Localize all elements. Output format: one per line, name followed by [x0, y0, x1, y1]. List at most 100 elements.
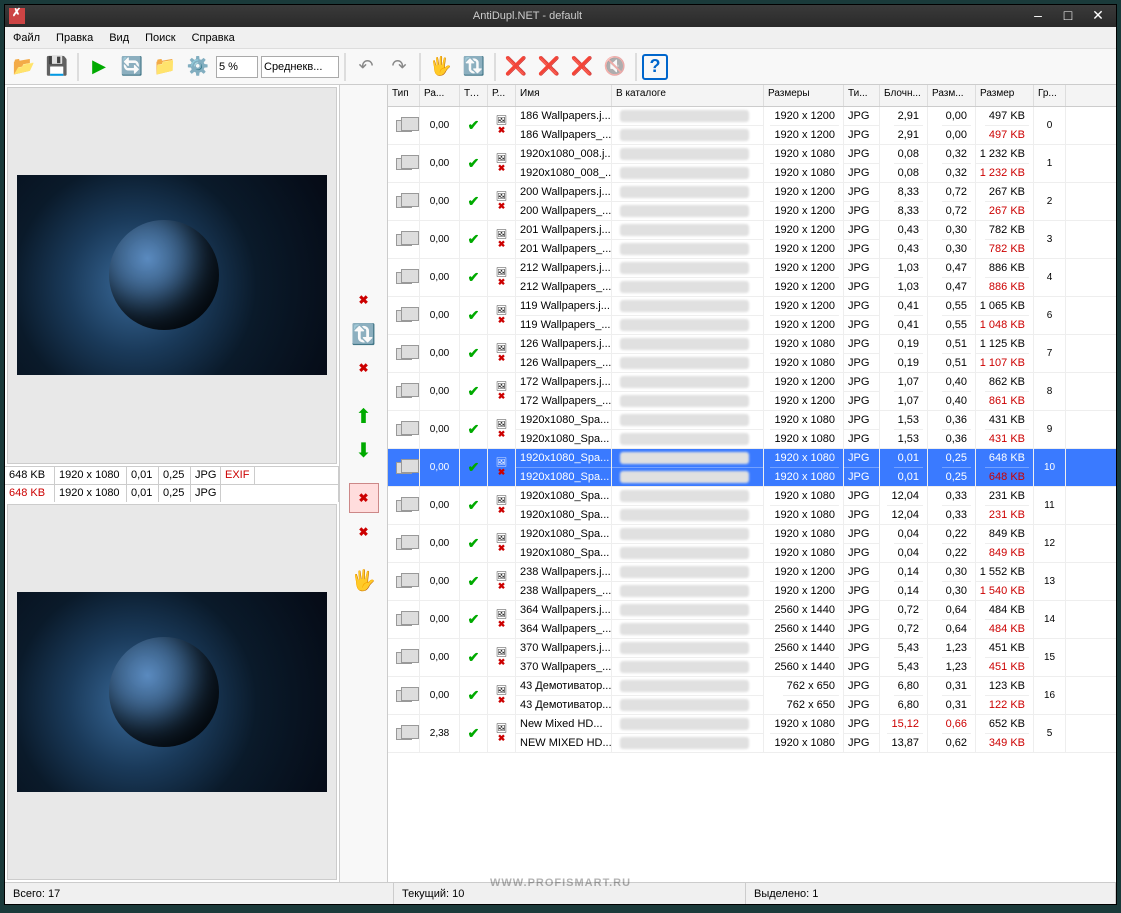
info2-fmt: JPG	[191, 485, 221, 502]
grid-body[interactable]: 0,00✔🖼✖186 Wallpapers.j...186 Wallpapers…	[388, 107, 1116, 882]
open-button[interactable]: 📂	[9, 52, 39, 82]
col-ti[interactable]: Ти...	[844, 85, 880, 106]
x-icon: ✖	[498, 126, 506, 135]
mid-toolbar: ✖ 🔃 ✖ ⬆ ⬇ ✖ ✖ 🖐️	[340, 85, 388, 882]
close-button[interactable]: ✕	[1084, 7, 1112, 25]
col-block[interactable]: Блочн...	[880, 85, 928, 106]
x-icon: ✖	[498, 544, 506, 553]
table-row[interactable]: 0,00✔🖼✖1920x1080_Spa...1920x1080_Spa...1…	[388, 525, 1116, 563]
help-button[interactable]: ?	[642, 54, 668, 80]
table-row[interactable]: 0,00✔🖼✖370 Wallpapers.j...370 Wallpapers…	[388, 639, 1116, 677]
table-row[interactable]: 0,00✔🖼✖172 Wallpapers.j...172 Wallpapers…	[388, 373, 1116, 411]
pic-icon: 🖼	[496, 534, 507, 543]
undo-button[interactable]: ↶	[351, 52, 381, 82]
menu-edit[interactable]: Правка	[56, 32, 93, 44]
menu-view[interactable]: Вид	[109, 32, 129, 44]
delete-first-button[interactable]: ✖	[349, 285, 379, 315]
check-icon: ✔	[468, 421, 480, 438]
table-row[interactable]: 0,00✔🖼✖200 Wallpapers.j...200 Wallpapers…	[388, 183, 1116, 221]
status-selected: Выделено: 1	[746, 883, 1116, 904]
pair-icon	[396, 462, 412, 474]
table-row[interactable]: 0,00✔🖼✖1920x1080_Spa...1920x1080_Spa...1…	[388, 487, 1116, 525]
x-icon: ✖	[498, 506, 506, 515]
pic-icon: 🖼	[496, 230, 507, 239]
info1-size: 648 KB	[5, 467, 55, 484]
info1-fmt: JPG	[191, 467, 221, 484]
grid-header: Тип Ра... Тр... Р... Имя В каталоге Разм…	[388, 85, 1116, 107]
col-r[interactable]: Р...	[488, 85, 516, 106]
x-icon: ✖	[498, 240, 506, 249]
col-ra[interactable]: Ра...	[420, 85, 460, 106]
hand-stop-button[interactable]: 🖐️	[349, 565, 379, 595]
pic-icon: 🖼	[496, 344, 507, 353]
pic-icon: 🖼	[496, 610, 507, 619]
pic-icon: 🖼	[496, 382, 507, 391]
pair-icon	[396, 386, 412, 398]
play-button[interactable]: ▶	[84, 52, 114, 82]
pic-icon: 🖼	[496, 572, 507, 581]
table-row[interactable]: 0,00✔🖼✖119 Wallpapers.j...119 Wallpapers…	[388, 297, 1116, 335]
table-row[interactable]: 0,00✔🖼✖43 Демотиватор...43 Демотиватор..…	[388, 677, 1116, 715]
pair-icon	[396, 348, 412, 360]
refresh-button[interactable]: 🔄	[117, 52, 147, 82]
table-row[interactable]: 2,38✔🖼✖New Mixed HD...NEW MIXED HD...192…	[388, 715, 1116, 753]
x-icon: ✖	[498, 202, 506, 211]
table-row[interactable]: 0,00✔🖼✖1920x1080_Spa...1920x1080_Spa...1…	[388, 411, 1116, 449]
table-row[interactable]: 0,00✔🖼✖1920x1080_Spa...1920x1080_Spa...1…	[388, 449, 1116, 487]
col-tr[interactable]: Тр...	[460, 85, 488, 106]
open-folder-button[interactable]: 📁	[150, 52, 180, 82]
table-row[interactable]: 0,00✔🖼✖1920x1080_008.j...1920x1080_008_.…	[388, 145, 1116, 183]
delete-both-button[interactable]: ✖	[349, 483, 379, 513]
algo-select[interactable]	[261, 56, 339, 78]
col-dim[interactable]: Размеры	[764, 85, 844, 106]
col-gr[interactable]: Гр...	[1034, 85, 1066, 106]
delete-swap-button[interactable]: ✖	[349, 517, 379, 547]
pair-icon	[396, 120, 412, 132]
table-row[interactable]: 0,00✔🖼✖212 Wallpapers.j...212 Wallpapers…	[388, 259, 1116, 297]
table-row[interactable]: 0,00✔🖼✖186 Wallpapers.j...186 Wallpapers…	[388, 107, 1116, 145]
col-name[interactable]: Имя	[516, 85, 612, 106]
settings-button[interactable]: ⚙️	[183, 52, 213, 82]
menu-help[interactable]: Справка	[192, 32, 235, 44]
col-dir[interactable]: В каталоге	[612, 85, 764, 106]
down-button[interactable]: ⬇	[349, 435, 379, 465]
table-row[interactable]: 0,00✔🖼✖201 Wallpapers.j...201 Wallpapers…	[388, 221, 1116, 259]
watermark: WWW.PROFISMART.RU	[490, 877, 631, 889]
zoom-select[interactable]	[216, 56, 258, 78]
menu-file[interactable]: Файл	[13, 32, 40, 44]
up-button[interactable]: ⬆	[349, 401, 379, 431]
save-button[interactable]: 💾	[42, 52, 72, 82]
rotate-button[interactable]: 🔃	[459, 52, 489, 82]
delete-group-button[interactable]: ❌	[534, 52, 564, 82]
pic-icon: 🖼	[496, 192, 507, 201]
pair-icon	[396, 272, 412, 284]
col-type[interactable]: Тип	[388, 85, 420, 106]
check-icon: ✔	[468, 307, 480, 324]
col-razm[interactable]: Разм...	[928, 85, 976, 106]
pic-icon: 🖼	[496, 458, 507, 467]
x-icon: ✖	[498, 354, 506, 363]
table-row[interactable]: 0,00✔🖼✖126 Wallpapers.j...126 Wallpapers…	[388, 335, 1116, 373]
delete-pair-button[interactable]: ❌	[501, 52, 531, 82]
redo-button[interactable]: ↷	[384, 52, 414, 82]
delete-second-button[interactable]: ✖	[349, 353, 379, 383]
table-row[interactable]: 0,00✔🖼✖238 Wallpapers.j...238 Wallpapers…	[388, 563, 1116, 601]
info1-exif: EXIF	[221, 467, 255, 484]
col-size[interactable]: Размер	[976, 85, 1034, 106]
check-icon: ✔	[468, 687, 480, 704]
mute-button[interactable]: 🔇	[600, 52, 630, 82]
check-icon: ✔	[468, 535, 480, 552]
swap-button[interactable]: 🔃	[349, 319, 379, 349]
check-icon: ✔	[468, 269, 480, 286]
maximize-button[interactable]: □	[1054, 7, 1082, 25]
minimize-button[interactable]: –	[1024, 7, 1052, 25]
info-row-2: 648 KB 1920 x 1080 0,01 0,25 JPG	[5, 484, 339, 502]
pic-icon: 🖼	[496, 724, 507, 733]
delete-all-button[interactable]: ❌	[567, 52, 597, 82]
table-row[interactable]: 0,00✔🖼✖364 Wallpapers.j...364 Wallpapers…	[388, 601, 1116, 639]
stop-button[interactable]: 🖐️	[426, 52, 456, 82]
menu-search[interactable]: Поиск	[145, 32, 175, 44]
info2-v2: 0,25	[159, 485, 191, 502]
info2-size: 648 KB	[5, 485, 55, 502]
main-area: 648 KB 1920 x 1080 0,01 0,25 JPG EXIF 64…	[5, 85, 1116, 882]
